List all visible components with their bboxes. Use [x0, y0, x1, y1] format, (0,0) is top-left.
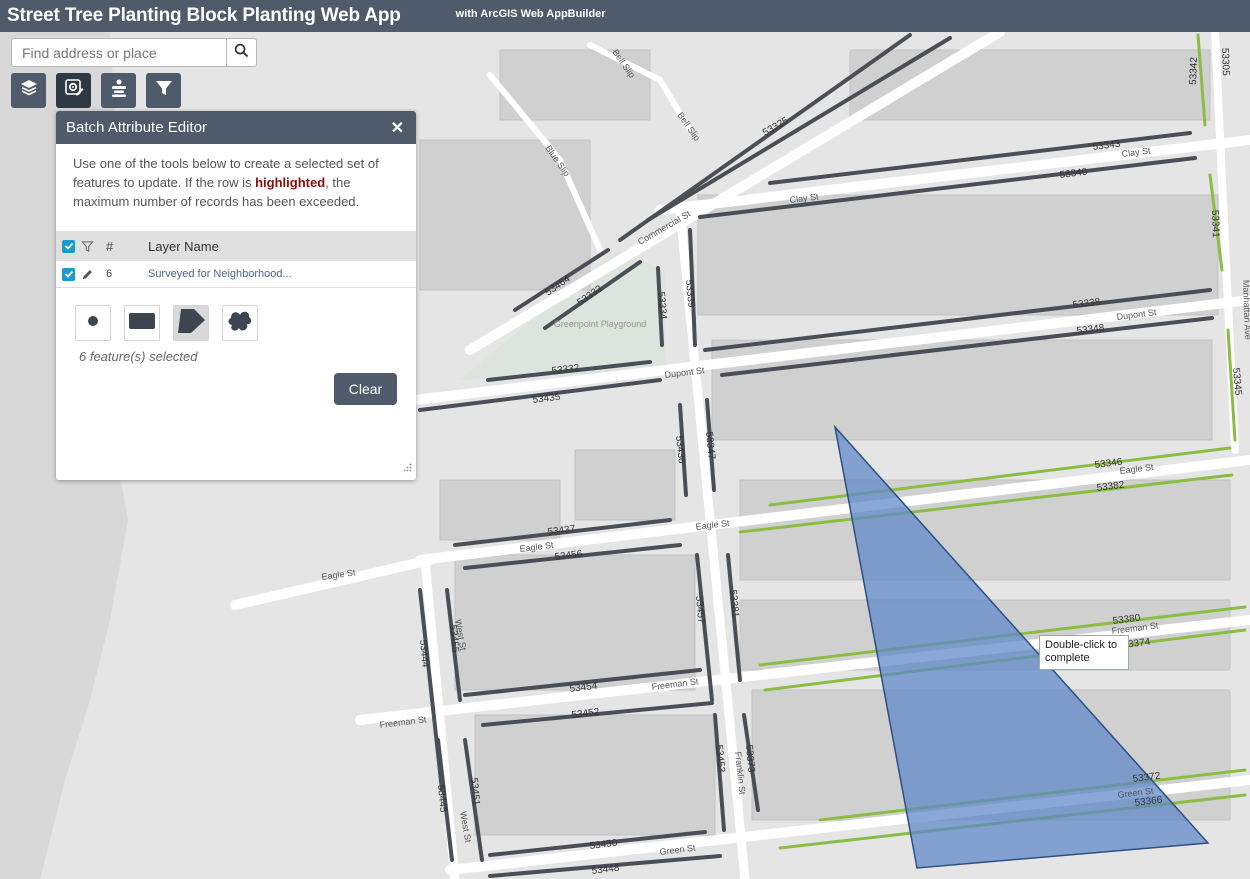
attribute-table-icon: [109, 78, 129, 103]
segment-label: 53341: [1209, 210, 1221, 239]
close-icon[interactable]: ✕: [391, 118, 404, 138]
filter-icon: [81, 240, 101, 253]
layer-table-header: # Layer Name: [56, 231, 416, 261]
batch-edit-button[interactable]: [56, 73, 91, 108]
panel-description: Use one of the tools below to create a s…: [56, 144, 416, 231]
clear-button[interactable]: Clear: [334, 373, 397, 405]
layers-icon: [19, 78, 39, 103]
search-box: [11, 38, 257, 67]
building-block: [454, 554, 696, 691]
layers-button[interactable]: [11, 73, 46, 108]
place-label: Greenpoint Playground: [554, 319, 647, 329]
freehand-select-button[interactable]: [222, 305, 258, 341]
resize-handle-icon[interactable]: [403, 459, 412, 477]
building-block: [439, 479, 561, 541]
app-header: Street Tree Planting Block Planting Web …: [0, 0, 1250, 32]
app-title: Street Tree Planting Block Planting Web …: [7, 5, 401, 26]
segment-label: 53342: [1188, 56, 1200, 85]
panel-header: Batch Attribute Editor ✕: [56, 111, 416, 144]
building-block: [474, 714, 716, 836]
panel-title: Batch Attribute Editor: [66, 119, 207, 136]
app-subtitle: with ArcGIS Web AppBuilder: [455, 7, 606, 20]
layer-count: 6: [106, 268, 113, 280]
search-button[interactable]: [226, 39, 256, 66]
search-icon: [234, 43, 249, 63]
attribute-table-button[interactable]: [101, 73, 136, 108]
count-header: #: [106, 238, 114, 254]
filter-button[interactable]: [146, 73, 181, 108]
layer-name: Surveyed for Neighborhood...: [148, 268, 292, 280]
selection-tools: [56, 288, 416, 341]
rectangle-select-button[interactable]: [124, 305, 160, 341]
polygon-select-icon: [176, 307, 206, 340]
widget-toolbar: [11, 73, 181, 108]
building-block: [574, 449, 676, 521]
polygon-select-button[interactable]: [173, 305, 209, 341]
selected-count: 6 feature(s) selected: [79, 349, 198, 364]
point-select-icon: [86, 314, 100, 333]
layer-row-checkbox[interactable]: [62, 267, 75, 281]
layer-name-header: Layer Name: [148, 238, 219, 254]
rectangle-select-icon: [128, 312, 156, 335]
filter-icon: [154, 78, 174, 103]
batch-edit-icon: [64, 78, 84, 103]
draw-tooltip: Double-click to complete: [1039, 635, 1129, 670]
freehand-select-icon: [227, 309, 253, 338]
layer-row[interactable]: 6 Surveyed for Neighborhood...: [56, 261, 416, 288]
batch-attribute-editor-panel: Batch Attribute Editor ✕ Use one of the …: [56, 111, 416, 480]
segment-label: 53305: [1219, 48, 1231, 77]
pencil-icon[interactable]: [81, 268, 101, 281]
point-select-button[interactable]: [75, 305, 111, 341]
description-highlight: highlighted: [255, 175, 326, 190]
search-input[interactable]: [12, 39, 226, 66]
select-all-checkbox[interactable]: [62, 239, 75, 253]
